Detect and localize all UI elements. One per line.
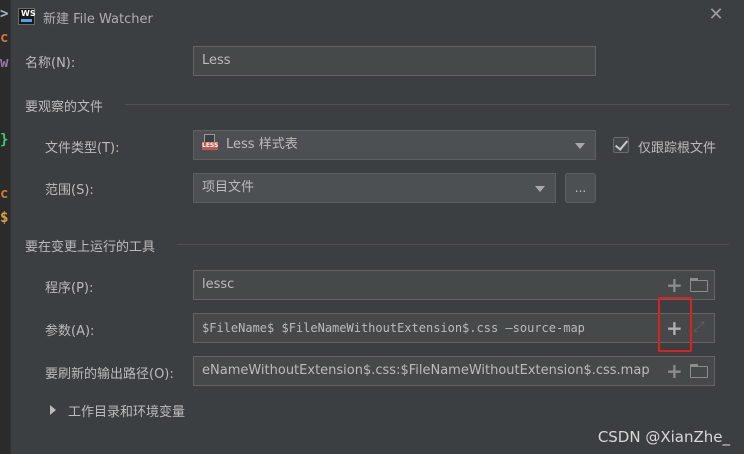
arguments-value: $FileName$ $FileNameWithoutExtension$.cs… [202, 321, 585, 335]
new-file-watcher-dialog: WS 新建 File Watcher ✕ 名称(N): Less 要观察的文件 … [10, 0, 744, 454]
watermark: CSDN @XianZhe_ [597, 428, 730, 446]
file-type-value: Less 样式表 [226, 137, 298, 152]
insert-macro-icon[interactable]: + [666, 275, 683, 295]
folder-icon[interactable] [690, 278, 708, 292]
scope-value: 项目文件 [202, 180, 255, 195]
editor-glyph: > [0, 6, 9, 22]
track-root-label: 仅跟踪根文件 [638, 141, 717, 156]
section-divider [177, 244, 729, 245]
arguments-label: 参数(A): [45, 324, 95, 339]
less-file-icon: LESS [202, 134, 218, 152]
expand-arrow-icon[interactable] [50, 405, 56, 415]
arguments-input[interactable]: $FileName$ $FileNameWithoutExtension$.cs… [193, 313, 715, 343]
editor-glyph: } [0, 132, 9, 148]
scope-browse-button[interactable]: ... [565, 173, 596, 203]
name-label: 名称(N): [25, 56, 76, 71]
section-divider [125, 104, 729, 105]
working-dir-toggle[interactable]: 工作目录和环境变量 [68, 401, 185, 420]
app-icon-text: WS [21, 9, 36, 18]
track-root-checkbox[interactable] [613, 137, 629, 153]
file-type-label: 文件类型(T): [45, 141, 120, 156]
editor-glyph: $ [0, 210, 9, 226]
chevron-down-icon [535, 186, 545, 192]
output-paths-input[interactable]: eNameWithoutExtension$.css:$FileNameWith… [193, 356, 715, 386]
less-icon-text: LESS [202, 142, 219, 150]
dialog-title: 新建 File Watcher [43, 12, 153, 27]
editor-glyph: c [0, 30, 9, 46]
output-paths-label: 要刷新的输出路径(O): [45, 367, 174, 382]
annotation-highlight-box [658, 297, 692, 352]
scope-label: 范围(S): [45, 183, 94, 198]
expand-icon[interactable]: ⤢ [691, 319, 707, 335]
editor-gutter: > c w } c $ [0, 0, 10, 454]
folder-icon[interactable] [690, 364, 708, 378]
scope-select[interactable]: 项目文件 [193, 173, 556, 203]
editor-glyph: w [0, 55, 9, 71]
title-bar[interactable]: WS 新建 File Watcher ✕ [11, 0, 744, 34]
files-section-title: 要观察的文件 [25, 100, 104, 115]
close-icon[interactable]: ✕ [706, 5, 726, 25]
output-paths-value: eNameWithoutExtension$.css:$FileNameWith… [202, 363, 650, 378]
editor-glyph: c [0, 186, 9, 202]
program-value: lessc [202, 277, 235, 292]
chevron-down-icon [575, 143, 585, 149]
tool-section-title: 要在变更上运行的工具 [25, 240, 156, 255]
program-label: 程序(P): [45, 281, 94, 296]
name-input[interactable]: Less [193, 46, 596, 76]
webstorm-icon: WS [18, 8, 36, 25]
insert-macro-icon[interactable]: + [666, 361, 683, 381]
file-type-select[interactable]: LESS Less 样式表 [193, 130, 596, 160]
program-input[interactable]: lessc [193, 270, 715, 300]
